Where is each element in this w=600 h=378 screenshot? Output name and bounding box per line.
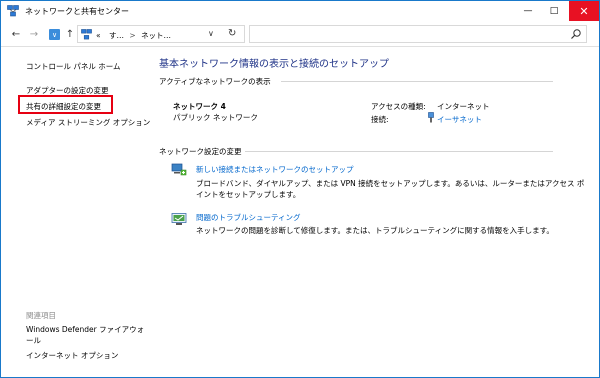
breadcrumb: « す… > ネット… — [96, 30, 171, 41]
navigation-bar: ← → ∨ ↑ « す… > ネット… ∨ ↻ — [1, 21, 599, 47]
main-content: 基本ネットワーク情報の表示と接続のセットアップ アクティブなネットワークの表示 … — [151, 48, 599, 377]
network-name: ネットワーク 4 — [173, 102, 226, 111]
breadcrumb-overflow[interactable]: « — [96, 31, 101, 40]
search-icon — [571, 29, 581, 39]
refresh-button[interactable]: ↻ — [228, 28, 236, 39]
window-title: ネットワークと共有センター — [25, 7, 129, 16]
network-sharing-center-window: ネットワークと共有センター — □ ✕ ← → ∨ ↑ « す… > ネット… … — [0, 0, 600, 378]
network-center-icon — [7, 5, 19, 17]
sidebar-item-media-streaming-options[interactable]: メディア ストリーミング オプション — [26, 117, 150, 128]
section-divider — [281, 81, 553, 82]
sidebar: コントロール パネル ホーム アダプターの設定の変更 共有の詳細設定の変更 メデ… — [1, 48, 151, 377]
access-type-label: アクセスの種類: — [371, 102, 426, 111]
connection-label: 接続: — [371, 115, 389, 124]
sidebar-item-advanced-sharing-settings[interactable]: 共有の詳細設定の変更 — [26, 101, 101, 112]
breadcrumb-segment-all-items[interactable]: す… — [109, 31, 124, 40]
close-button[interactable]: ✕ — [569, 1, 599, 21]
network-center-icon — [81, 29, 92, 40]
setup-new-connection-link[interactable]: 新しい接続またはネットワークのセットアップ — [196, 164, 354, 175]
active-networks-heading: アクティブなネットワークの表示 — [159, 77, 271, 86]
breadcrumb-separator: > — [129, 31, 136, 40]
troubleshoot-problems-link[interactable]: 問題のトラブルシューティング — [196, 212, 301, 223]
see-also-heading: 関連項目 — [26, 311, 56, 320]
page-title: 基本ネットワーク情報の表示と接続のセットアップ — [159, 59, 389, 70]
sidebar-item-control-panel-home[interactable]: コントロール パネル ホーム — [26, 61, 121, 72]
title-bar[interactable]: ネットワークと共有センター — □ ✕ — [1, 1, 599, 21]
change-settings-heading: ネットワーク設定の変更 — [159, 147, 242, 156]
maximize-button[interactable]: □ — [541, 1, 567, 21]
address-dropdown-button[interactable]: ∨ — [208, 29, 214, 38]
search-input[interactable] — [249, 25, 587, 43]
up-button[interactable]: ↑ — [63, 27, 77, 41]
recent-locations-button[interactable]: ∨ — [49, 29, 60, 40]
section-divider — [245, 151, 553, 152]
ethernet-connection-link[interactable]: イーサネット — [437, 114, 482, 125]
network-type-link[interactable]: パブリック ネットワーク — [173, 112, 258, 123]
see-also-internet-options[interactable]: インターネット オプション — [26, 350, 118, 361]
see-also-defender-firewall[interactable]: Windows Defender ファイアウォール — [26, 324, 146, 346]
forward-button[interactable]: → — [27, 27, 41, 41]
setup-new-connection-description: ブロードバンド、ダイヤルアップ、または VPN 接続をセットアップします。あるい… — [196, 179, 585, 199]
minimize-button[interactable]: — — [515, 1, 541, 21]
back-button[interactable]: ← — [9, 27, 23, 41]
troubleshoot-problems-description: ネットワークの問題を診断して修復します。または、トラブルシューティングに関する情… — [196, 226, 554, 235]
new-connection-icon — [171, 163, 187, 176]
troubleshoot-icon — [171, 213, 187, 225]
breadcrumb-segment-network[interactable]: ネット… — [141, 31, 171, 40]
access-type-value: インターネット — [437, 102, 490, 111]
address-bar[interactable]: « す… > ネット… ∨ ↻ — [77, 25, 245, 43]
ethernet-icon — [428, 112, 434, 123]
